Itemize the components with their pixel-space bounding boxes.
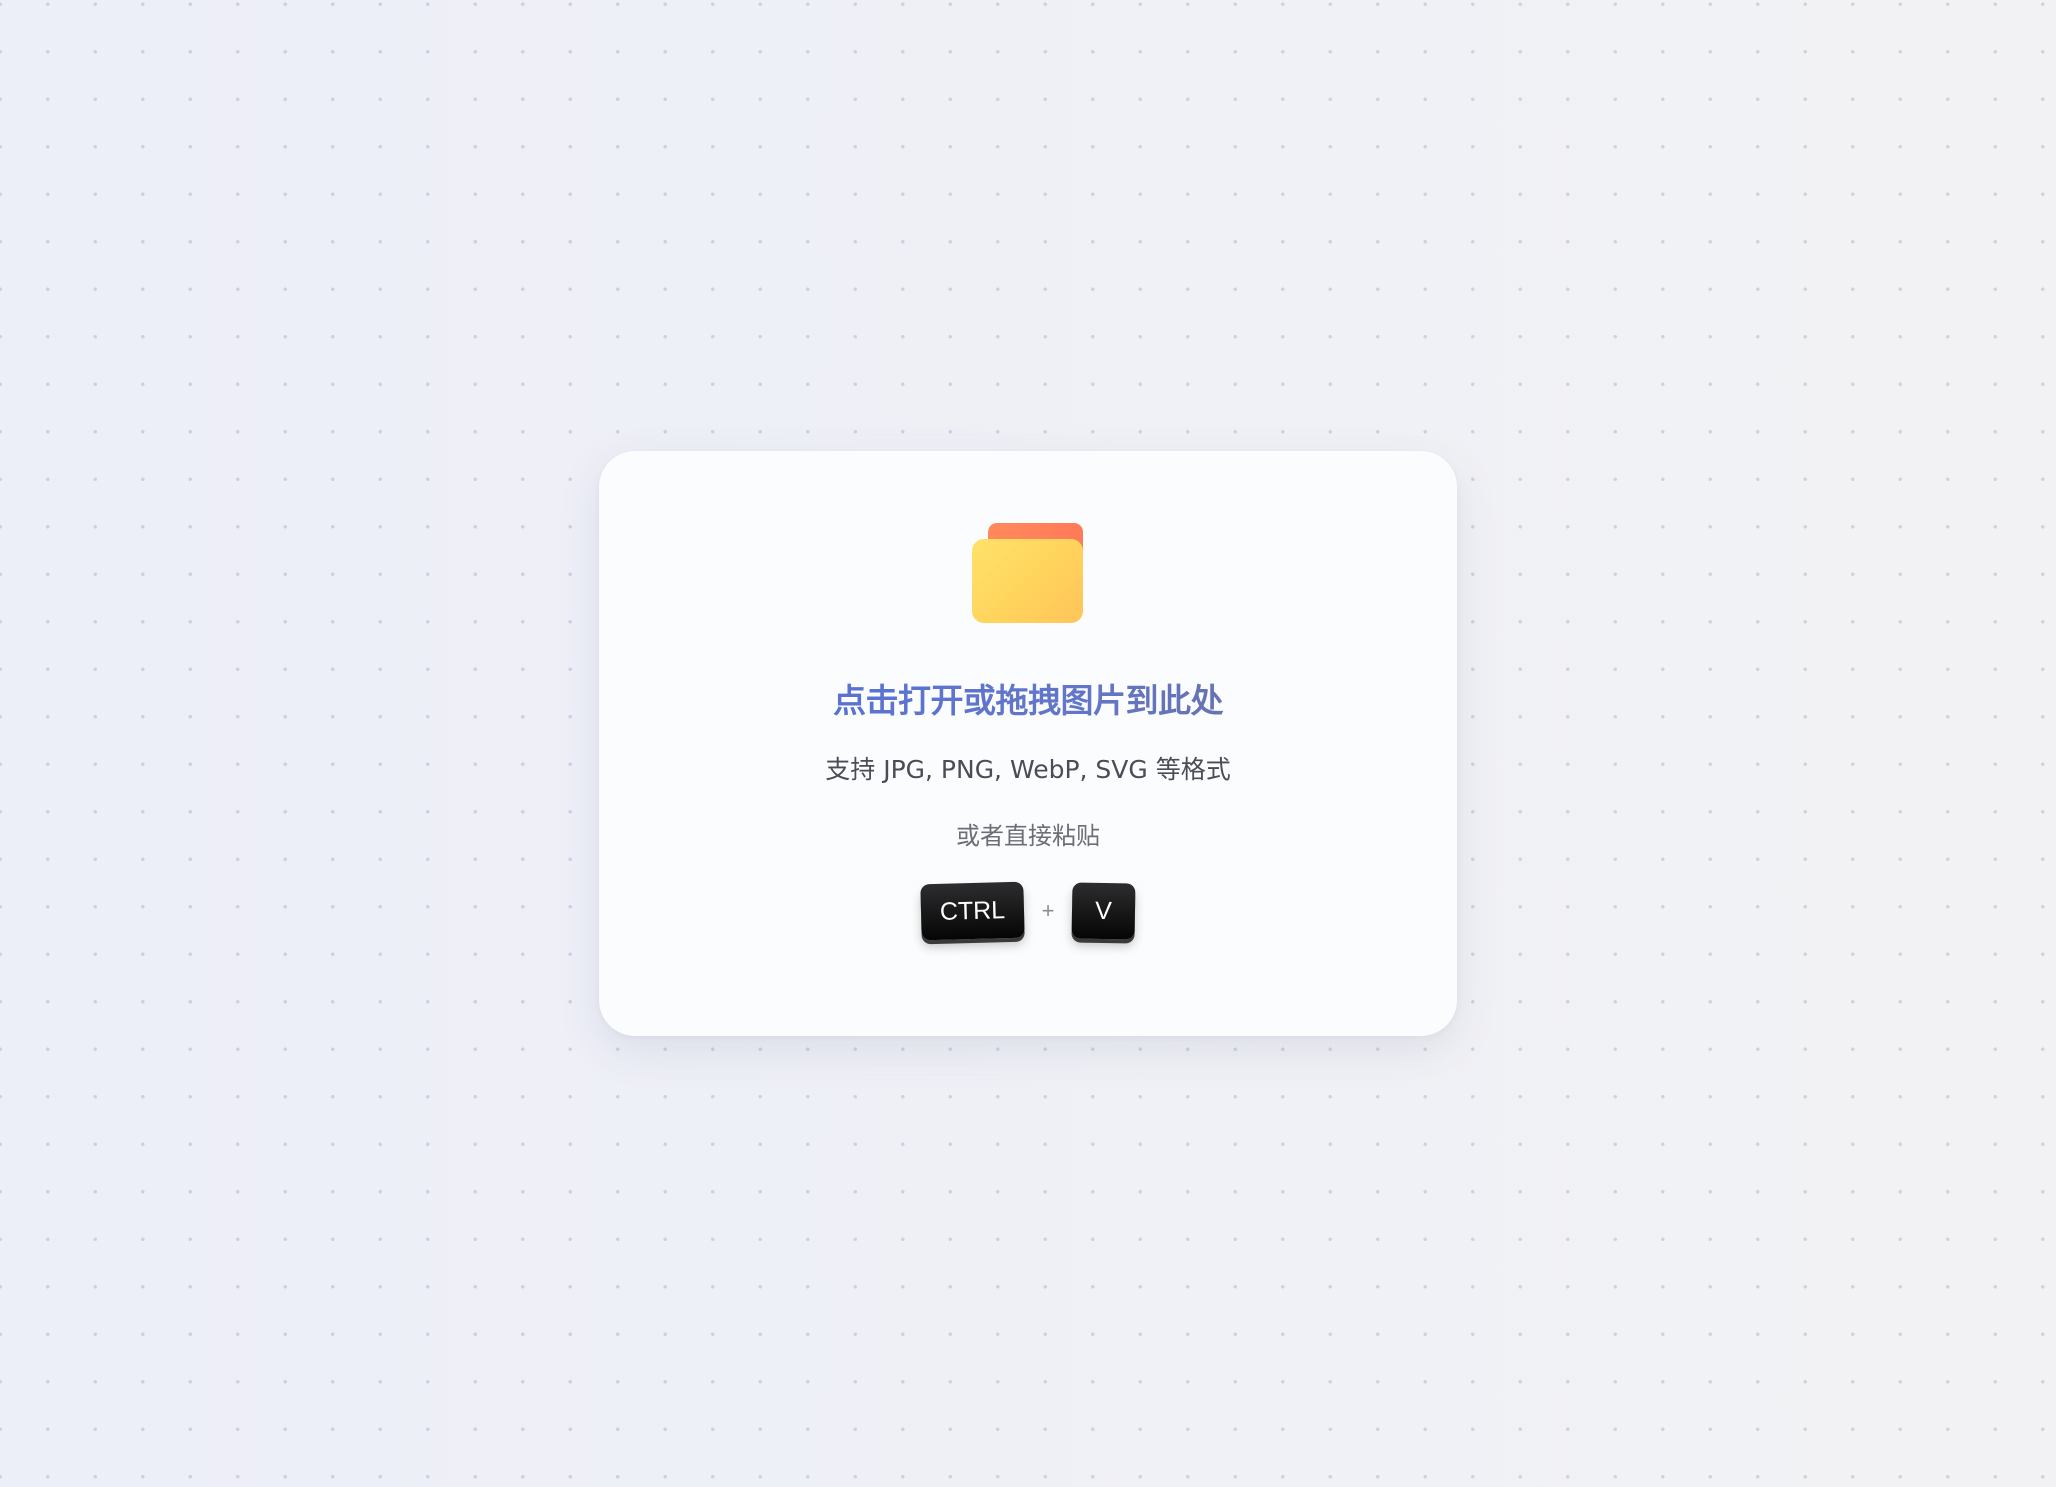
shortcut-plus: + xyxy=(1041,898,1055,923)
v-key: V xyxy=(1071,882,1136,940)
folder-icon xyxy=(972,523,1083,623)
paste-shortcut: CTRL + V xyxy=(599,881,1457,941)
supported-formats-text: 支持 JPG, PNG, WebP, SVG 等格式 xyxy=(825,755,1231,784)
ctrl-key: CTRL xyxy=(919,881,1025,941)
folder-body xyxy=(972,539,1083,623)
image-upload-dropzone[interactable]: 点击打开或拖拽图片到此处 支持 JPG, PNG, WebP, SVG 等格式 … xyxy=(599,451,1457,1036)
dropzone-title: 点击打开或拖拽图片到此处 xyxy=(599,679,1457,723)
paste-hint-text: 或者直接粘贴 xyxy=(956,822,1100,850)
